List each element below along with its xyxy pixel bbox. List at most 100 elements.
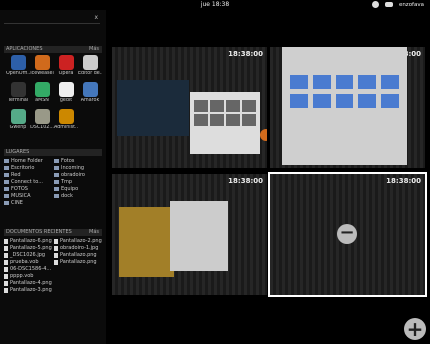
remove-workspace-button[interactable]: − xyxy=(337,224,357,244)
search-input[interactable]: x xyxy=(4,14,100,24)
apps-grid: OpenOffi... Iceweasel Opera Editor de... Ter… xyxy=(6,55,104,130)
app-launcher[interactable]: Opera xyxy=(54,55,78,76)
folder-icon xyxy=(54,159,59,163)
recent-file[interactable]: Pantallazo.png xyxy=(54,252,104,258)
app-launcher[interactable]: Iceweasel xyxy=(30,55,54,76)
app-label: aMSN xyxy=(35,98,49,103)
recent-file[interactable]: Pantallazo-5.png xyxy=(4,245,54,251)
app-launcher[interactable]: Amarok xyxy=(78,82,102,103)
folder-icon xyxy=(54,194,59,198)
terminal-window[interactable] xyxy=(117,80,189,136)
app-launcher[interactable]: Terminal xyxy=(6,82,30,103)
app-icon xyxy=(10,55,26,70)
app-launcher[interactable]: Administ... xyxy=(54,109,78,130)
app-icon xyxy=(58,82,74,97)
chat-icon[interactable] xyxy=(384,2,393,7)
folder-icon xyxy=(54,173,59,177)
app-launcher[interactable]: OpenOffi... xyxy=(6,55,30,76)
file-icon xyxy=(4,273,8,279)
recent-file[interactable]: Pantallazo.png xyxy=(54,259,104,265)
app-launcher[interactable]: Gwenp xyxy=(6,109,30,130)
image-viewer-window[interactable] xyxy=(119,207,174,277)
file-icon xyxy=(4,259,8,265)
file-icon xyxy=(54,245,58,251)
recent-file xyxy=(54,280,104,286)
folder-icon xyxy=(4,159,9,163)
desktop-clock: 18:38:00 xyxy=(228,177,263,185)
iceweasel-icon xyxy=(260,129,267,141)
recent-file[interactable]: Pantallazo-4.png xyxy=(4,280,54,286)
image-browser-window[interactable] xyxy=(190,92,260,154)
file-icon xyxy=(54,252,58,258)
place-item[interactable]: dock xyxy=(54,193,104,199)
recent-file[interactable]: 06-DSC1586-4... xyxy=(4,266,54,272)
apps-header: APLICACIONES Más xyxy=(4,46,102,53)
recent-list: Pantallazo-6.png Pantallazo-2.png Pantalla… xyxy=(4,238,104,293)
app-label: Amarok xyxy=(80,98,100,103)
place-item[interactable]: Equipo xyxy=(54,186,104,192)
file-icon xyxy=(4,266,8,272)
app-label: OpenOffi... xyxy=(6,71,30,76)
app-icon xyxy=(58,55,74,70)
recent-file[interactable]: _DSC1026.jpg xyxy=(4,252,54,258)
place-item[interactable]: obradoiro xyxy=(54,172,104,178)
place-item[interactable]: Connect to... xyxy=(4,179,54,185)
recent-more-link[interactable]: Más xyxy=(89,229,99,236)
recent-header: DOCUMENTOS RECIENTES Más xyxy=(4,229,102,236)
folder-icon xyxy=(54,187,59,191)
file-icon xyxy=(4,287,8,293)
folder-icon xyxy=(4,187,9,191)
file-manager-window[interactable] xyxy=(282,47,407,165)
recent-file[interactable]: Pantallazo-2.png xyxy=(54,238,104,244)
workspace-2[interactable]: 18:38:00 xyxy=(270,47,425,168)
app-icon xyxy=(10,109,26,124)
place-item[interactable]: Incoming xyxy=(54,165,104,171)
top-panel: jue 18:38 enzofava xyxy=(0,0,430,10)
app-icon xyxy=(82,55,98,70)
app-label: Editor de... xyxy=(78,71,102,76)
app-label: Iceweasel xyxy=(30,71,54,76)
place-item[interactable]: MUSICA xyxy=(4,193,54,199)
app-launcher[interactable]: gedit xyxy=(54,82,78,103)
clock[interactable]: jue 18:38 xyxy=(0,1,430,8)
folder-icon xyxy=(4,201,9,205)
app-launcher[interactable]: DSC102... xyxy=(30,109,54,130)
place-item[interactable]: Home Folder xyxy=(4,158,54,164)
workspace-1[interactable]: 18:38:00 xyxy=(112,47,267,168)
app-label: gedit xyxy=(59,98,73,103)
add-workspace-button[interactable]: + xyxy=(404,318,426,340)
file-icon xyxy=(4,280,8,286)
file-icon xyxy=(4,245,8,251)
app-icon xyxy=(34,82,50,97)
app-label: Terminal xyxy=(7,98,29,103)
recent-file[interactable]: pppp.vob xyxy=(4,273,54,279)
place-item[interactable]: Red xyxy=(4,172,54,178)
recent-file[interactable]: prueba.vob xyxy=(4,259,54,265)
workspace-4[interactable]: 18:38:00 − xyxy=(268,172,427,297)
recent-file[interactable]: obradoiro-1.jpg xyxy=(54,245,104,251)
apps-more-link[interactable]: Más xyxy=(89,46,99,53)
folder-icon xyxy=(4,166,9,170)
file-icon xyxy=(4,238,8,244)
place-item[interactable]: Escritorio xyxy=(4,165,54,171)
user-menu[interactable]: enzofava xyxy=(399,2,424,8)
clear-search-icon[interactable]: x xyxy=(94,14,98,21)
folder-icon xyxy=(4,194,9,198)
recent-file[interactable]: Pantallazo-3.png xyxy=(4,287,54,293)
app-launcher[interactable]: aMSN xyxy=(30,82,54,103)
app-icon xyxy=(82,82,98,97)
place-item[interactable]: FOTOS xyxy=(4,186,54,192)
workspace-3[interactable]: 18:38:00 xyxy=(112,174,267,295)
recent-file[interactable]: Pantallazo-6.png xyxy=(4,238,54,244)
app-label: Gwenp xyxy=(9,125,27,130)
places-header: LUGARES xyxy=(4,149,102,156)
place-item[interactable]: Fotos xyxy=(54,158,104,164)
app-launcher[interactable]: Editor de... xyxy=(78,55,102,76)
place-item[interactable]: Tmp xyxy=(54,179,104,185)
info-icon[interactable] xyxy=(371,1,379,8)
folder-icon xyxy=(4,173,9,177)
folder-icon xyxy=(54,180,59,184)
desktop-clock: 18:38:00 xyxy=(386,177,421,185)
gimp-window[interactable] xyxy=(170,201,228,271)
place-item[interactable]: CINE xyxy=(4,200,54,206)
